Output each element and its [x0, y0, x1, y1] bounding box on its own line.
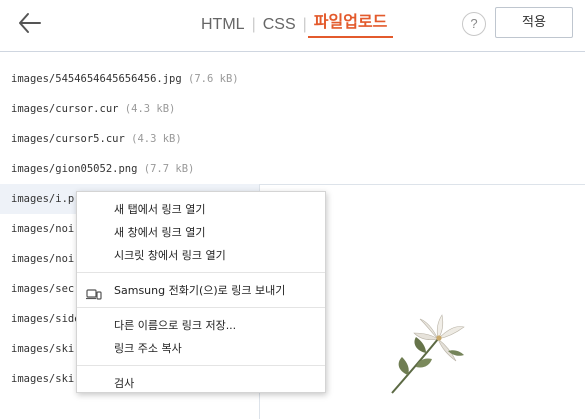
tab-css[interactable]: CSS [257, 14, 302, 36]
apply-button[interactable]: 적용 [495, 7, 573, 38]
file-name: images/cursor5.cur [11, 133, 125, 145]
menu-item-save-link-as[interactable]: 다른 이름으로 링크 저장... [77, 314, 325, 337]
menu-item-open-incognito[interactable]: 시크릿 창에서 링크 열기 [77, 244, 325, 267]
menu-divider [77, 272, 325, 273]
file-row[interactable]: images/gion05052.png (7.7 kB) [0, 154, 260, 184]
top-bar: HTML | CSS | 파일업로드 ? 적용 [0, 0, 585, 52]
help-button[interactable]: ? [462, 12, 486, 36]
tab-html[interactable]: HTML [195, 14, 251, 36]
file-name: images/cursor.cur [11, 103, 119, 115]
file-row[interactable]: images/5454654645656456.jpg (7.6 kB) [0, 64, 260, 94]
file-size: (4.3 kB) [124, 103, 176, 115]
file-name: images/i.pr [11, 193, 81, 205]
menu-item-label: Samsung 전화기(으)로 링크 보내기 [114, 284, 286, 297]
file-size: (4.3 kB) [131, 133, 182, 145]
file-size: (7.7 kB) [143, 163, 195, 175]
file-name: images/skir [11, 343, 81, 355]
menu-divider [77, 307, 325, 308]
file-name: images/gion05052.png [11, 163, 138, 175]
menu-item-send-to-device[interactable]: Samsung 전화기(으)로 링크 보내기 [77, 279, 325, 302]
file-size: (7.6 kB) [188, 73, 239, 85]
lily-flower-image [391, 314, 465, 394]
file-row[interactable]: images/cursor5.cur (4.3 kB) [0, 124, 260, 154]
back-arrow-icon[interactable] [14, 8, 48, 38]
file-name: images/skir [11, 373, 81, 385]
menu-item-open-new-window[interactable]: 새 창에서 링크 열기 [77, 221, 325, 244]
file-name: images/noir [11, 253, 81, 265]
menu-divider [77, 365, 325, 366]
file-name: images/5454654645656456.jpg [11, 73, 182, 85]
context-menu: 새 탭에서 링크 열기 새 창에서 링크 열기 시크릿 창에서 링크 열기 Sa… [76, 191, 326, 393]
tab-bar: HTML | CSS | 파일업로드 [195, 12, 394, 38]
file-name: images/noir [11, 223, 81, 235]
file-name: images/secr [11, 283, 81, 295]
tab-file-upload[interactable]: 파일업로드 [307, 12, 394, 38]
menu-item-copy-link[interactable]: 링크 주소 복사 [77, 337, 325, 360]
menu-item-inspect[interactable]: 검사 [77, 372, 325, 395]
file-name: images/side [11, 313, 81, 325]
device-icon [86, 285, 102, 300]
file-row[interactable]: images/cursor.cur (4.3 kB) [0, 94, 260, 124]
menu-item-open-new-tab[interactable]: 새 탭에서 링크 열기 [77, 198, 325, 221]
